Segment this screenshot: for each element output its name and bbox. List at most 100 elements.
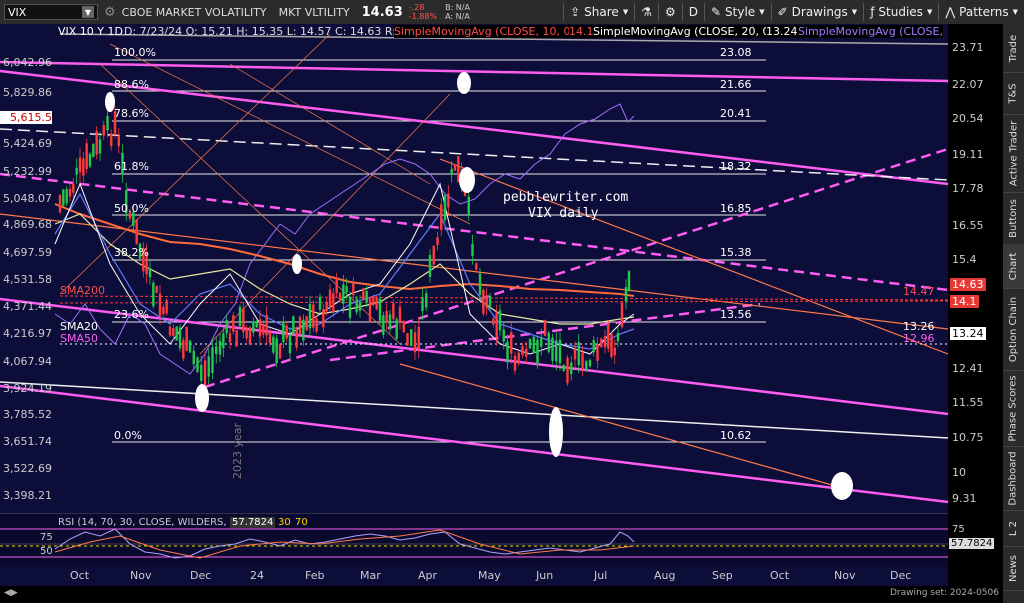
candle-body bbox=[588, 360, 592, 367]
candle-body bbox=[315, 318, 318, 332]
gear-icon[interactable]: ⚙ bbox=[104, 5, 116, 20]
candle-body bbox=[282, 321, 285, 343]
sma200-line bbox=[59, 295, 949, 301]
aggregation-label: D bbox=[688, 5, 698, 19]
settings-button[interactable]: ⚙ bbox=[659, 5, 682, 19]
candle-body bbox=[98, 139, 102, 154]
tab-label: Phase Scores bbox=[1008, 374, 1020, 442]
patterns-icon: ⋀ bbox=[945, 5, 956, 19]
candle-body bbox=[471, 243, 474, 256]
left-axis-label: 4,371.44 bbox=[3, 300, 52, 313]
x-axis-label: Oct bbox=[770, 569, 790, 582]
candle-body bbox=[620, 302, 624, 328]
tab-trade[interactable]: Trade bbox=[1003, 24, 1024, 73]
style-label: Style bbox=[725, 5, 756, 19]
right-side-tabs: Trade T&S Active Trader Buttons Chart Op… bbox=[1003, 24, 1024, 603]
candle-body bbox=[513, 355, 517, 371]
candle-body bbox=[581, 352, 584, 370]
patterns-button[interactable]: ⋀ Patterns ▼ bbox=[939, 5, 1024, 19]
tab-news[interactable]: News bbox=[1003, 546, 1024, 591]
fib-value: 10.62 bbox=[720, 429, 752, 442]
candle-body bbox=[211, 347, 214, 373]
share-label: Share bbox=[584, 5, 619, 19]
tab-phase-scores[interactable]: Phase Scores bbox=[1003, 370, 1024, 447]
share-button[interactable]: ⇪ Share ▼ bbox=[564, 5, 634, 19]
tab-active-trader[interactable]: Active Trader bbox=[1003, 114, 1024, 193]
candle-body bbox=[547, 332, 550, 352]
candle-body bbox=[228, 333, 232, 343]
style-button[interactable]: ✎ Style ▼ bbox=[705, 5, 771, 19]
bid-value: B: N/A bbox=[445, 3, 470, 12]
candle-body bbox=[252, 321, 255, 333]
x-axis-label: Mar bbox=[360, 569, 381, 582]
candle-body bbox=[218, 340, 222, 355]
candle-body bbox=[62, 189, 65, 206]
x-axis-label: Dec bbox=[890, 569, 912, 582]
tab-label: T&S bbox=[1007, 82, 1019, 104]
symbol-selector[interactable]: VIX ▼ bbox=[4, 4, 98, 20]
left-axis-label: 3,924.19 bbox=[3, 382, 52, 395]
tab-buttons[interactable]: Buttons bbox=[1003, 192, 1024, 245]
candle-body bbox=[72, 183, 75, 193]
tab-chart[interactable]: Chart bbox=[1003, 244, 1024, 289]
candle-body bbox=[185, 327, 188, 351]
candle-body bbox=[395, 319, 398, 339]
rsi-tick: 75 bbox=[40, 532, 53, 543]
ask-value: A: N/A bbox=[445, 12, 470, 21]
tab-ts[interactable]: T&S bbox=[1003, 72, 1024, 115]
year-label: 2023 year bbox=[231, 422, 244, 479]
candle-body bbox=[245, 328, 248, 339]
symbol-type: MKT VLTILITY bbox=[278, 5, 350, 19]
tab-label: Dashboard bbox=[1008, 450, 1020, 506]
tab-dashboard[interactable]: Dashboard bbox=[1003, 446, 1024, 511]
sma10-label: SimpleMovingAvg (CLOSE, 10, 0, no) bbox=[394, 25, 596, 38]
sma20-label: SimpleMovingAvg (CLOSE, 20, 0, no) bbox=[593, 25, 795, 38]
fib-pct: 88.6% bbox=[114, 78, 149, 91]
candle-body bbox=[613, 347, 616, 356]
scroll-left-icon[interactable]: ◀▶ bbox=[4, 588, 18, 598]
fib-value: 13.56 bbox=[720, 308, 752, 321]
left-axis-label: 3,398.21 bbox=[3, 489, 52, 502]
candle-body bbox=[285, 325, 288, 339]
candle-body bbox=[392, 303, 395, 320]
sma50-label: SimpleMovingAvg (CLOSE, bbox=[798, 25, 943, 38]
studies-button[interactable]: ƒ Studies ▼ bbox=[864, 5, 938, 19]
candle-body bbox=[492, 318, 495, 325]
candle-body bbox=[382, 315, 385, 335]
candle-body bbox=[242, 308, 245, 333]
left-axis-label: 4,216.97 bbox=[3, 327, 52, 340]
marker-oval bbox=[457, 72, 471, 94]
candle-body bbox=[338, 292, 342, 301]
candle-body bbox=[332, 293, 335, 313]
candle-body bbox=[358, 301, 362, 311]
left-axis-label: 4,697.59 bbox=[3, 246, 52, 259]
white-trendlines bbox=[0, 33, 949, 439]
marker-oval bbox=[195, 384, 209, 412]
candle-body bbox=[165, 300, 168, 314]
tab-l2[interactable]: L 2 bbox=[1003, 510, 1024, 547]
chevron-down-icon[interactable]: ▼ bbox=[82, 6, 94, 18]
fib-value: 21.66 bbox=[720, 78, 752, 91]
candle-body bbox=[555, 340, 558, 362]
candle-body bbox=[362, 288, 365, 300]
candle-body bbox=[345, 286, 348, 293]
candle-body bbox=[155, 286, 158, 293]
chevron-down-icon: ▼ bbox=[759, 8, 765, 16]
candle-body bbox=[525, 348, 528, 357]
candle-body bbox=[406, 333, 409, 346]
flask-icon: ⚗ bbox=[641, 5, 652, 19]
sma50-tag: SMA50 bbox=[60, 332, 98, 345]
candle-body bbox=[117, 135, 120, 147]
fib-pct: 100.0% bbox=[114, 46, 156, 59]
candle-body bbox=[450, 168, 453, 176]
candle-body bbox=[272, 336, 275, 353]
chart-area[interactable]: VIX 10 Y 1D D: 7/23/24 O: 15.21 H: 15.35… bbox=[0, 24, 1003, 586]
flask-button[interactable]: ⚗ bbox=[635, 5, 658, 19]
aggregation-button[interactable]: D bbox=[683, 5, 704, 19]
candle-body bbox=[58, 195, 62, 213]
candle-body bbox=[238, 306, 242, 326]
last-price-tag: 14.63 bbox=[950, 278, 986, 291]
tab-option-chain[interactable]: Option Chain bbox=[1003, 288, 1024, 371]
drawings-button[interactable]: ✐ Drawings ▼ bbox=[772, 5, 864, 19]
candle-body bbox=[432, 245, 435, 265]
